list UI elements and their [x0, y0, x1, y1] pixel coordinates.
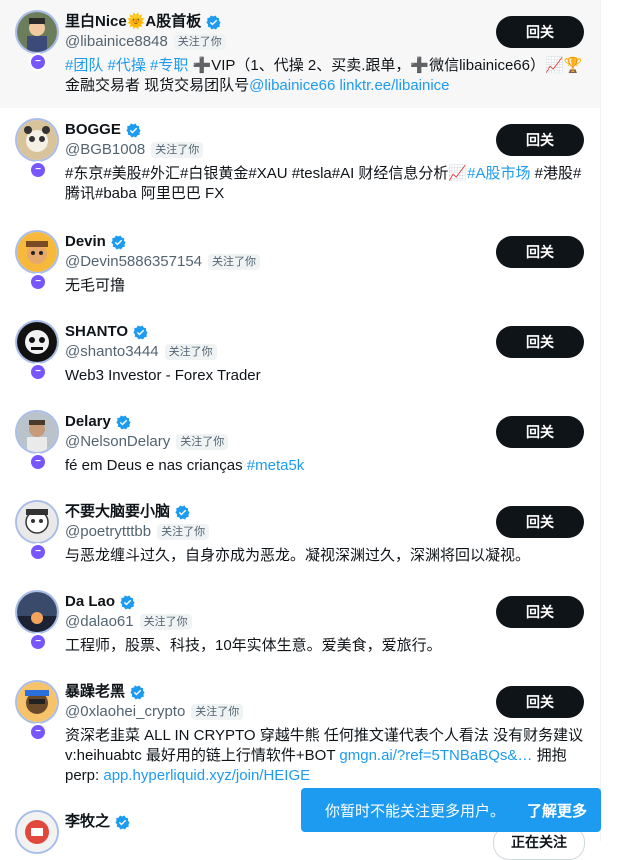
user-bio: 工程师，股票、科技，10年实体生意。爱美食，爱旅行。	[65, 636, 584, 670]
follow-back-button[interactable]: 回关	[496, 124, 584, 156]
user-handle[interactable]: @libainice8848	[65, 32, 168, 52]
verified-check-icon	[115, 815, 130, 829]
user-bio: Web3 Investor - Forex Trader	[65, 366, 584, 400]
user-row[interactable]: − SHANTO @shanto3444 关注了你 Web3 Investor -…	[0, 310, 600, 400]
user-row[interactable]: − 里白Nice🌞A股首板 @libainice8848 关注了你 #团队 #代操…	[0, 0, 600, 108]
user-name[interactable]: 李牧之	[65, 812, 110, 832]
user-handle[interactable]: @poetrytttbb	[65, 522, 151, 542]
follow-back-button[interactable]: 回关	[496, 506, 584, 538]
verified-check-icon	[130, 685, 145, 699]
user-handle[interactable]: @dalao61	[65, 612, 134, 632]
user-handle[interactable]: @0xlaohei_crypto	[65, 702, 185, 722]
user-name[interactable]: Delary	[65, 412, 111, 432]
avatar[interactable]	[17, 812, 57, 852]
community-badge-icon: −	[29, 363, 47, 381]
community-badge-icon: −	[29, 633, 47, 651]
avatar[interactable]	[17, 412, 57, 452]
toast-message: 你暂时不能关注更多用户。	[325, 802, 506, 820]
community-badge-icon: −	[29, 53, 47, 71]
follow-back-button[interactable]: 回关	[496, 16, 584, 48]
verified-check-icon	[206, 15, 221, 29]
bio-text: 工程师，股票、科技，10年实体生意。爱美食，爱旅行。	[65, 637, 442, 654]
follows-you-badge: 关注了你	[191, 704, 244, 720]
follow-back-button[interactable]: 回关	[496, 686, 584, 718]
bio-link[interactable]: @libainice66 linktr.ee/libainice	[249, 77, 449, 94]
follows-you-badge: 关注了你	[173, 34, 226, 50]
user-row[interactable]: − Da Lao @dalao61 关注了你 工程师，股票、科技，10年实体生意。…	[0, 580, 600, 670]
follow-back-button[interactable]: 回关	[496, 236, 584, 268]
follows-you-badge: 关注了你	[139, 614, 192, 630]
verified-check-icon	[126, 123, 141, 137]
follows-you-badge: 关注了你	[164, 344, 217, 360]
user-name[interactable]: 不要大脑要小脑	[65, 502, 170, 522]
follow-back-button[interactable]: 回关	[496, 596, 584, 628]
user-row[interactable]: − Devin @Devin5886357154 关注了你 无毛可撸 回关	[0, 220, 600, 310]
user-row[interactable]: − Delary @NelsonDelary 关注了你 fé em Deus e …	[0, 400, 600, 490]
bio-link[interactable]: #A股市场	[467, 165, 530, 182]
user-name[interactable]: SHANTO	[65, 322, 128, 342]
bio-link[interactable]: app.hyperliquid.xyz/join/HEIGE	[103, 767, 310, 784]
user-handle[interactable]: @NelsonDelary	[65, 432, 170, 452]
avatar[interactable]	[17, 12, 57, 52]
user-bio: #团队 #代操 #专职 ➕VIP（1、代操 2、买卖.跟单，➕微信libaini…	[65, 56, 584, 110]
verified-check-icon	[120, 595, 135, 609]
bio-text: 无毛可撸	[65, 277, 126, 294]
follows-you-badge: 关注了你	[151, 142, 204, 158]
community-badge-icon: −	[29, 273, 47, 291]
user-name[interactable]: BOGGE	[65, 120, 121, 140]
avatar[interactable]	[17, 322, 57, 362]
follows-you-badge: 关注了你	[157, 524, 210, 540]
follow-back-button[interactable]: 回关	[496, 326, 584, 358]
community-badge-icon: −	[29, 453, 47, 471]
user-row[interactable]: − 不要大脑要小脑 @poetrytttbb 关注了你 与恶龙缠斗过久，自身亦成为…	[0, 490, 600, 580]
bio-link[interactable]: gmgn.ai/?ref=5TNBaBQs&…	[339, 747, 532, 764]
learn-more-link[interactable]: 了解更多	[527, 800, 587, 821]
user-row[interactable]: − BOGGE @BGB1008 关注了你 #东京#美股#外汇#白银黄金#XAU …	[0, 108, 600, 220]
avatar[interactable]	[17, 502, 57, 542]
user-bio: 无毛可撸	[65, 276, 584, 310]
bio-link[interactable]: #meta5k	[247, 457, 305, 474]
follows-you-badge: 关注了你	[176, 434, 229, 450]
avatar[interactable]	[17, 120, 57, 160]
user-handle[interactable]: @shanto3444	[65, 342, 159, 362]
community-badge-icon: −	[29, 723, 47, 741]
community-badge-icon: −	[29, 543, 47, 561]
user-bio: fé em Deus e nas crianças #meta5k	[65, 456, 584, 490]
user-name[interactable]: Devin	[65, 232, 106, 252]
follows-you-badge: 关注了你	[208, 254, 260, 270]
verified-check-icon	[133, 325, 148, 339]
follower-list: − 里白Nice🌞A股首板 @libainice8848 关注了你 #团队 #代操…	[0, 0, 600, 860]
user-name[interactable]: 里白Nice🌞A股首板	[65, 12, 201, 32]
bio-link[interactable]: #团队 #代操 #专职	[65, 57, 188, 74]
follow-limit-toast: 你暂时不能关注更多用户。 了解更多	[301, 788, 601, 832]
avatar[interactable]	[17, 682, 57, 722]
user-name[interactable]: Da Lao	[65, 592, 115, 612]
column-divider	[600, 0, 601, 841]
user-handle[interactable]: @Devin5886357154	[65, 252, 202, 272]
bio-text: Web3 Investor - Forex Trader	[65, 367, 261, 384]
bio-text: fé em Deus e nas crianças	[65, 457, 247, 474]
user-handle[interactable]: @BGB1008	[65, 140, 145, 160]
user-bio: #东京#美股#外汇#白银黄金#XAU #tesla#AI 财经信息分析📈#A股市…	[65, 164, 584, 218]
user-row[interactable]: − 暴躁老黑 @0xlaohei_crypto 关注了你 资深老韭菜 ALL IN…	[0, 670, 600, 800]
follow-back-button[interactable]: 回关	[496, 416, 584, 448]
verified-check-icon	[175, 505, 190, 519]
bio-text: #东京#美股#外汇#白银黄金#XAU #tesla#AI 财经信息分析📈	[65, 165, 468, 182]
verified-check-icon	[116, 415, 131, 429]
user-name[interactable]: 暴躁老黑	[65, 682, 125, 702]
community-badge-icon: −	[29, 161, 47, 179]
user-bio: 与恶龙缠斗过久，自身亦成为恶龙。凝视深渊过久，深渊将回以凝视。	[65, 546, 584, 580]
bio-text: 与恶龙缠斗过久，自身亦成为恶龙。凝视深渊过久，深渊将回以凝视。	[65, 547, 531, 564]
avatar[interactable]	[17, 232, 57, 272]
verified-check-icon	[111, 235, 126, 249]
avatar[interactable]	[17, 592, 57, 632]
